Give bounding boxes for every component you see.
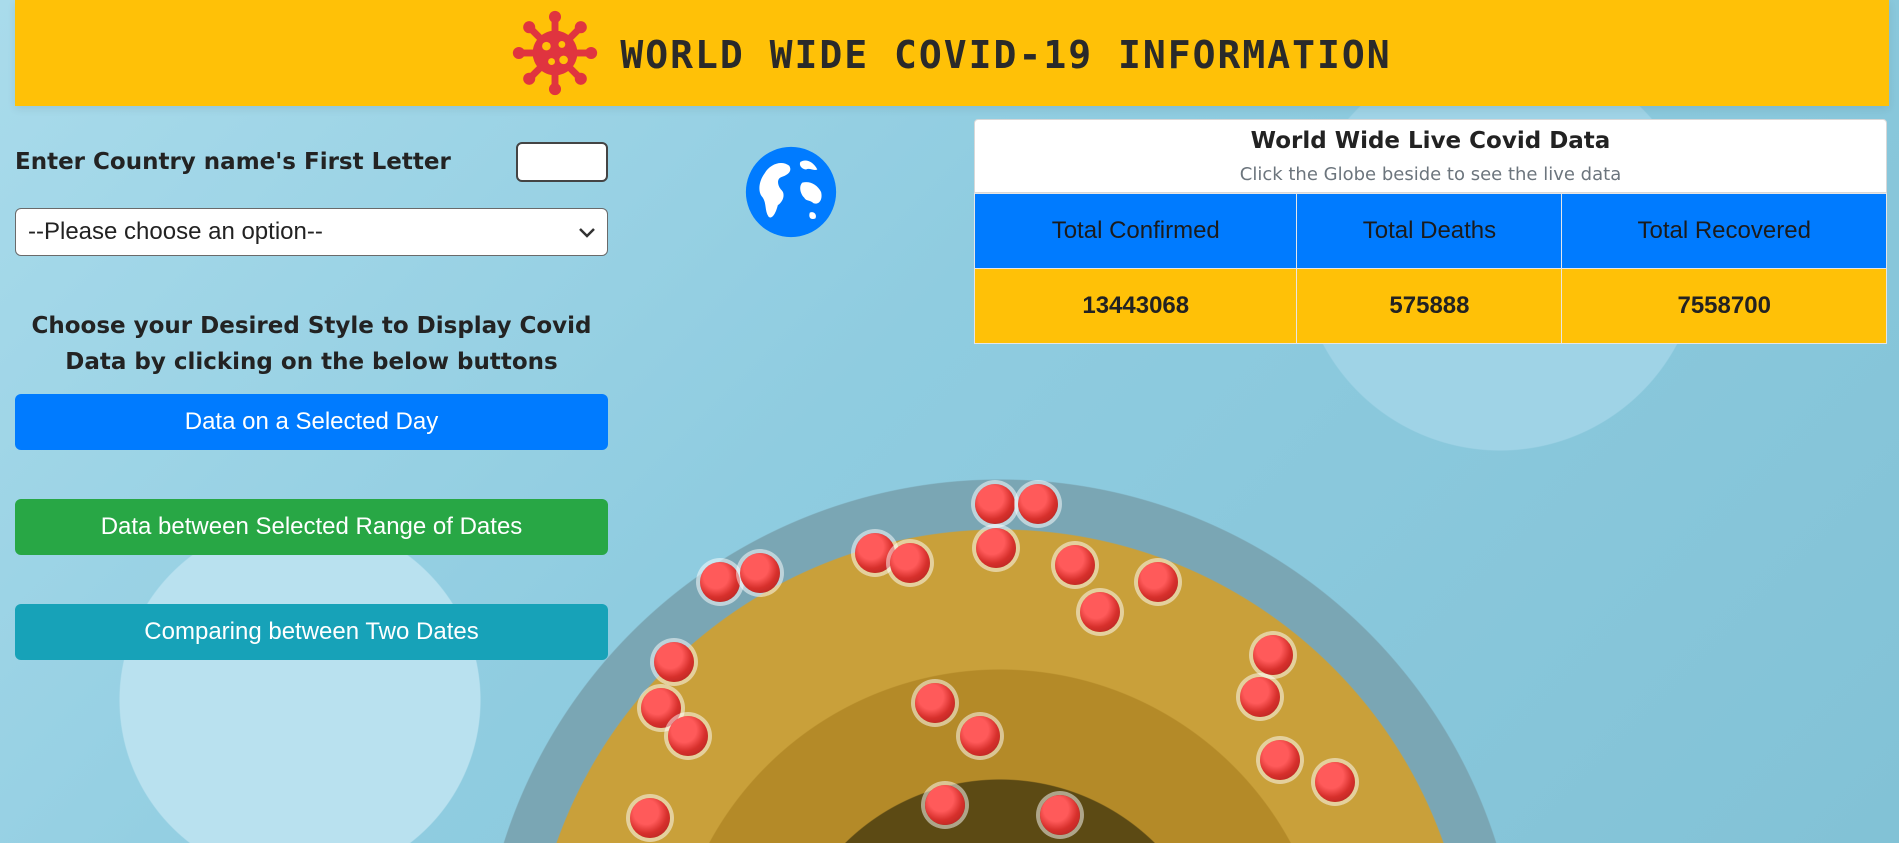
globe-icon[interactable] xyxy=(744,145,838,239)
virus-particle xyxy=(1253,635,1293,675)
live-data-header: World Wide Live Covid Data Click the Glo… xyxy=(974,119,1887,193)
selected-day-button[interactable]: Data on a Selected Day xyxy=(15,394,608,450)
choose-style-text: Choose your Desired Style to Display Cov… xyxy=(31,313,592,375)
total-confirmed-header: Total Confirmed xyxy=(973,193,1298,269)
virus-particle xyxy=(1240,677,1280,717)
virus-particle xyxy=(1018,484,1058,524)
live-data-title: World Wide Live Covid Data xyxy=(1250,128,1611,154)
page-title: WORLD WIDE COVID-19 INFORMATION xyxy=(620,33,1392,77)
total-confirmed-value: 13443068 xyxy=(973,268,1298,344)
live-data-subtitle: Click the Globe beside to see the live d… xyxy=(1239,164,1622,185)
total-recovered-header: Total Recovered xyxy=(1561,193,1887,269)
virus-particle xyxy=(890,543,930,583)
virus-particle xyxy=(630,798,670,838)
virus-particle xyxy=(915,683,955,723)
virus-particle xyxy=(1080,592,1120,632)
table-header-row: Total Confirmed Total Deaths Total Recov… xyxy=(973,193,1887,269)
date-range-button[interactable]: Data between Selected Range of Dates xyxy=(15,499,608,555)
virus-particle xyxy=(855,533,895,573)
virus-particle xyxy=(1055,545,1095,585)
total-deaths-value: 575888 xyxy=(1296,268,1563,344)
virus-particle xyxy=(925,785,965,825)
live-data-table: Total Confirmed Total Deaths Total Recov… xyxy=(973,193,1887,344)
virus-icon xyxy=(512,10,598,96)
country-row: Enter Country name's First Letter xyxy=(15,140,608,184)
virus-particle xyxy=(976,528,1016,568)
live-data-card: World Wide Live Covid Data Click the Glo… xyxy=(973,119,1887,344)
virus-particle xyxy=(1260,740,1300,780)
virus-particle xyxy=(1040,795,1080,835)
country-select-value: --Please choose an option-- xyxy=(28,218,323,245)
country-letter-input[interactable] xyxy=(516,142,608,182)
virus-particle xyxy=(654,642,694,682)
virus-particle xyxy=(960,716,1000,756)
virus-particle xyxy=(1315,762,1355,802)
virus-particle xyxy=(740,553,780,593)
virus-particle xyxy=(1138,562,1178,602)
virus-particle xyxy=(668,716,708,756)
country-select[interactable]: --Please choose an option-- xyxy=(15,208,608,256)
chevron-down-icon xyxy=(579,222,595,243)
compare-dates-button[interactable]: Comparing between Two Dates xyxy=(15,604,608,660)
total-deaths-header: Total Deaths xyxy=(1296,193,1563,269)
page-header: WORLD WIDE COVID-19 INFORMATION xyxy=(15,0,1889,106)
country-letter-label: Enter Country name's First Letter xyxy=(15,149,451,175)
total-recovered-value: 7558700 xyxy=(1561,268,1887,344)
table-row: 13443068 575888 7558700 xyxy=(973,268,1887,344)
controls-panel: Enter Country name's First Letter --Plea… xyxy=(15,140,608,660)
virus-particle xyxy=(975,484,1015,524)
virus-particle xyxy=(700,562,740,602)
